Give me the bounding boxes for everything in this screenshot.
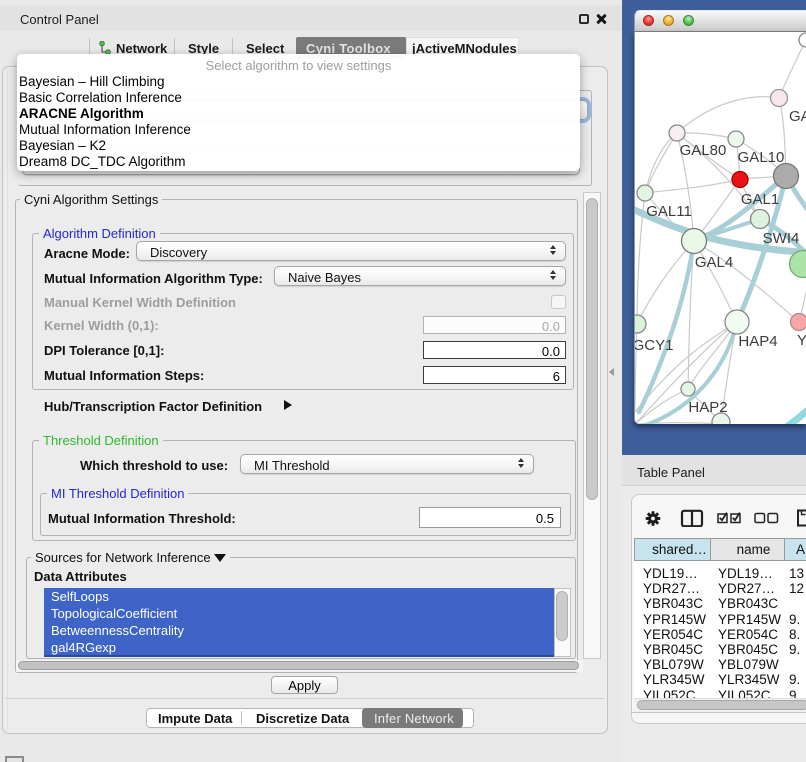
svg-text:GAL11: GAL11 [646, 203, 692, 220]
svg-text:GAL1: GAL1 [741, 191, 779, 208]
svg-text:HAP4: HAP4 [738, 333, 777, 350]
svg-text:GAL4: GAL4 [695, 254, 733, 271]
svg-text:SWI4: SWI4 [763, 230, 800, 247]
svg-text:GAL80: GAL80 [680, 142, 727, 159]
svg-text:GCY1: GCY1 [635, 337, 673, 354]
svg-text:GAL7: GAL7 [789, 108, 806, 125]
svg-text:Y: Y [797, 332, 806, 349]
svg-text:GAL10: GAL10 [738, 149, 785, 166]
svg-text:HAP2: HAP2 [688, 399, 727, 416]
